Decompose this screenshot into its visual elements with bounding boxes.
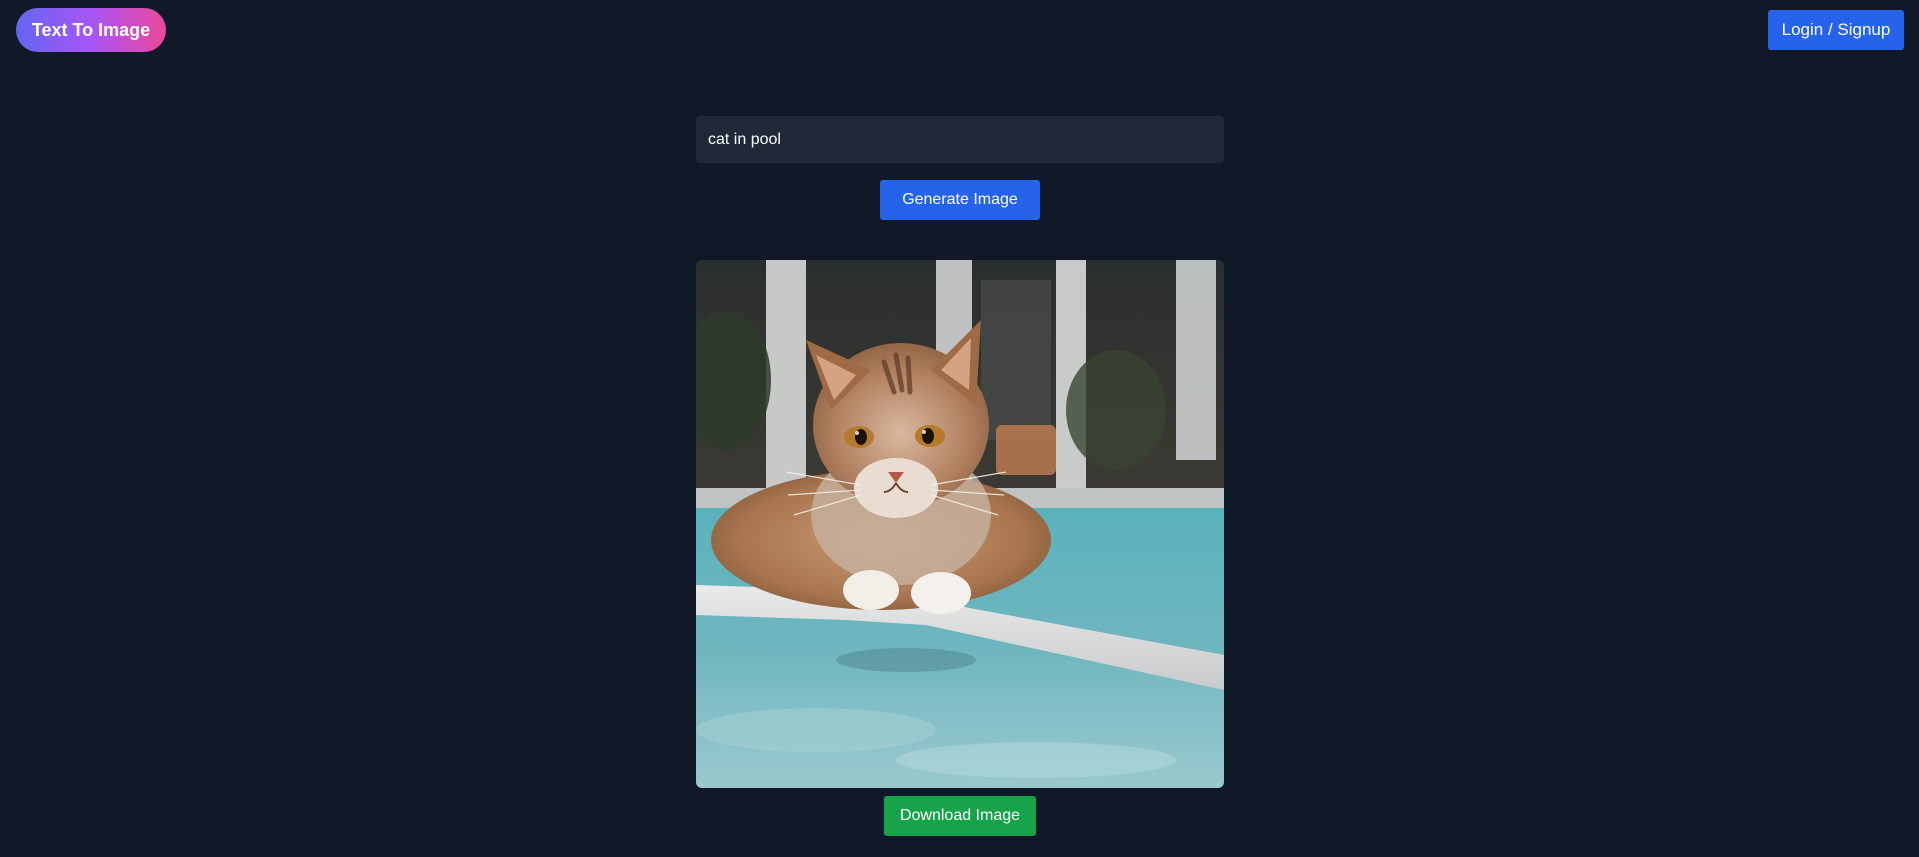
generated-image bbox=[696, 260, 1224, 788]
download-image-label: Download Image bbox=[899, 807, 1021, 824]
app-logo-label: Text To Image bbox=[31, 19, 151, 40]
prompt-input[interactable] bbox=[696, 116, 1224, 163]
download-image-button[interactable]: Download Image bbox=[884, 796, 1036, 836]
login-signup-label: Login / Signup bbox=[1781, 20, 1891, 39]
generate-image-button[interactable]: Generate Image bbox=[880, 180, 1040, 220]
login-signup-button[interactable]: Login / Signup bbox=[1768, 10, 1904, 50]
app-logo-button[interactable]: Text To Image bbox=[16, 8, 166, 52]
generate-image-label: Generate Image bbox=[902, 191, 1018, 208]
cat-in-pool-image bbox=[696, 260, 1224, 788]
